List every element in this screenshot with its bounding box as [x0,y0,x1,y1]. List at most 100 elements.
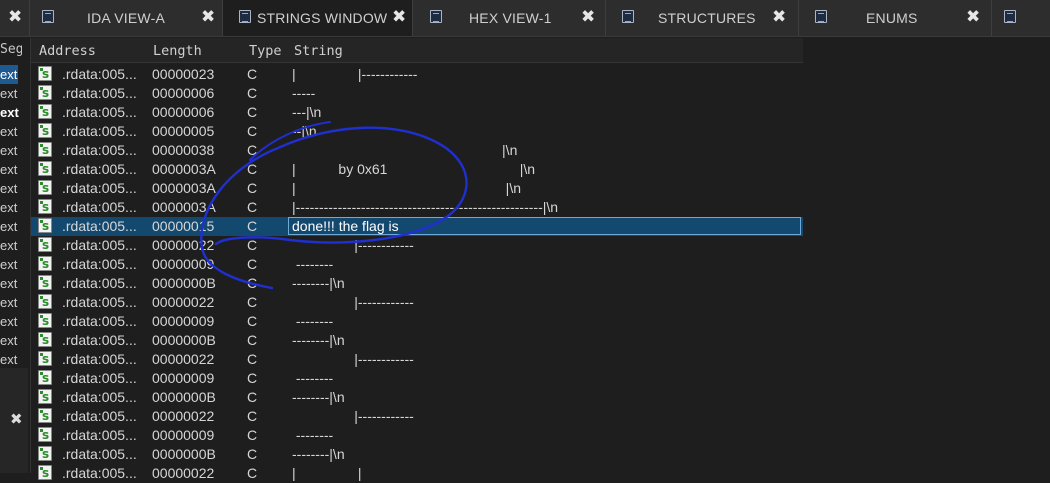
cell-string: --------|\n [292,389,345,405]
empty-area [803,38,1050,473]
cell-length: 00000022 [152,237,215,253]
string-item-icon [38,369,52,388]
table-row[interactable]: .rdata:005... 0000003A C | by 0x61 |\n [31,160,803,179]
segment-row[interactable]: ext [0,274,17,293]
segment-row[interactable]: ext [0,331,17,350]
table-row[interactable]: .rdata:005... 00000005 C --|\n [31,122,803,141]
table-row[interactable]: .rdata:005... 00000022 C |------------ [31,350,803,369]
table-row[interactable]: .rdata:005... 0000003A C |-----------------… [31,198,803,217]
segment-row[interactable]: ext [0,350,17,369]
close-icon[interactable]: ✖ [966,7,980,27]
tab-ida-view-a[interactable]: IDA VIEW-A ✖ [30,0,223,36]
segment-row[interactable]: ext [0,312,17,331]
cell-type: C [247,275,258,291]
cell-string: --|\n [292,123,317,139]
cell-string: | by 0x61 |\n [292,161,536,177]
column-header-address[interactable]: Address [39,43,96,59]
cell-length: 00000038 [152,142,215,158]
table-row[interactable]: .rdata:005... 00000022 C |------------ [31,236,803,255]
cell-type: C [247,465,258,481]
segment-row[interactable]: ext [0,255,17,274]
table-row[interactable]: .rdata:005... 00000006 C ---|\n [31,103,803,122]
close-icon[interactable]: ✖ [8,7,22,27]
cell-type: C [247,161,258,177]
cell-type: C [247,66,258,82]
table-row[interactable]: .rdata:005... 0000000B C --------|\n [31,274,803,293]
cell-address: .rdata:005... [62,161,137,177]
cell-length: 00000009 [152,256,215,272]
table-row[interactable]: .rdata:005... 00000022 C | | [31,464,803,483]
tab-enums[interactable]: ENUMS ✖ [799,0,992,36]
table-row[interactable]: .rdata:005... 00000009 C -------- [31,255,803,274]
segment-row[interactable]: ext [0,293,17,312]
segment-row[interactable]: ext [0,217,17,236]
tab-label: HEX VIEW-1 [469,10,552,26]
table-row[interactable]: .rdata:005... 0000000B C --------|\n [31,388,803,407]
cell-type: C [247,370,258,386]
table-row[interactable]: .rdata:005... 00000023 C | |------------ [31,65,803,84]
segment-row[interactable]: ext [0,122,17,141]
enums-icon [815,10,827,23]
cell-type: C [247,389,258,405]
cell-type: C [247,256,258,272]
string-item-icon [38,179,52,198]
segment-row[interactable]: ext [0,160,17,179]
table-header: Address Length Type String [31,38,803,63]
segment-row[interactable]: ext [0,141,17,160]
close-icon[interactable]: ✖ [772,7,786,27]
table-row[interactable]: .rdata:005... 00000009 C -------- [31,426,803,445]
column-header-type[interactable]: Type [249,43,282,59]
tab-label: ENUMS [866,10,918,26]
ida-view-icon [42,10,54,23]
column-header-length[interactable]: Length [153,43,202,59]
cell-address: .rdata:005... [62,199,137,215]
cell-address: .rdata:005... [62,332,137,348]
segment-row[interactable]: ext [0,179,17,198]
tab-label: STRINGS WINDOW [257,10,388,26]
table-row[interactable]: .rdata:005... 00000038 C |\n [31,141,803,160]
cell-length: 00000023 [152,66,215,82]
cell-length: 00000006 [152,104,215,120]
segment-row[interactable]: ext [0,65,18,84]
close-icon[interactable]: ✖ [581,7,595,27]
tab-strings-window[interactable]: STRINGS WINDOW ✖ [223,0,413,36]
string-item-icon [38,350,52,369]
cell-type: C [247,332,258,348]
cell-string: |---------------------------------------… [292,199,559,215]
segment-row[interactable]: ext [0,236,17,255]
tab-partial-left[interactable]: ✖ [0,0,30,36]
strings-icon [239,10,251,23]
close-icon[interactable]: ✖ [392,7,406,27]
table-row[interactable]: .rdata:005... 0000003A C | |\n [31,179,803,198]
table-row[interactable]: .rdata:005...00000015Cdone!!! the flag i… [31,217,803,236]
string-item-icon [38,141,52,160]
table-row[interactable]: .rdata:005... 00000022 C |------------ [31,293,803,312]
cell-length: 00000022 [152,465,215,481]
close-icon[interactable]: ✖ [201,7,215,27]
table-row[interactable]: .rdata:005... 00000006 C ----- [31,84,803,103]
segment-row[interactable]: ext [0,84,17,103]
tab-label: IDA VIEW-A [87,10,165,26]
string-item-icon [38,122,52,141]
table-row[interactable]: .rdata:005... 0000000B C --------|\n [31,331,803,350]
table-row[interactable]: .rdata:005... 00000022 C |------------ [31,407,803,426]
cell-length: 00000005 [152,123,215,139]
table-row[interactable]: .rdata:005... 00000009 C -------- [31,369,803,388]
table-row[interactable]: .rdata:005... 00000009 C -------- [31,312,803,331]
string-item-icon [38,103,52,122]
column-header-string[interactable]: String [294,43,343,59]
cell-length: 0000003A [152,180,216,196]
strings-table[interactable]: Address Length Type String .rdata:005...… [30,38,803,483]
string-item-icon [38,407,52,426]
segment-row[interactable]: ext [0,198,17,217]
cell-string: |\n [292,142,518,158]
tab-structures[interactable]: STRUCTURES ✖ [606,0,799,36]
table-row[interactable]: .rdata:005... 0000000B C --------|\n [31,445,803,464]
cell-address: .rdata:005... [62,427,137,443]
tab-partial-right[interactable] [992,0,1050,36]
cell-length: 0000000B [152,389,216,405]
close-icon[interactable]: ✖ [10,410,23,428]
segment-row[interactable]: ext [0,103,19,122]
tab-hex-view-1[interactable]: HEX VIEW-1 ✖ [413,0,606,36]
cell-length: 0000003A [152,161,216,177]
